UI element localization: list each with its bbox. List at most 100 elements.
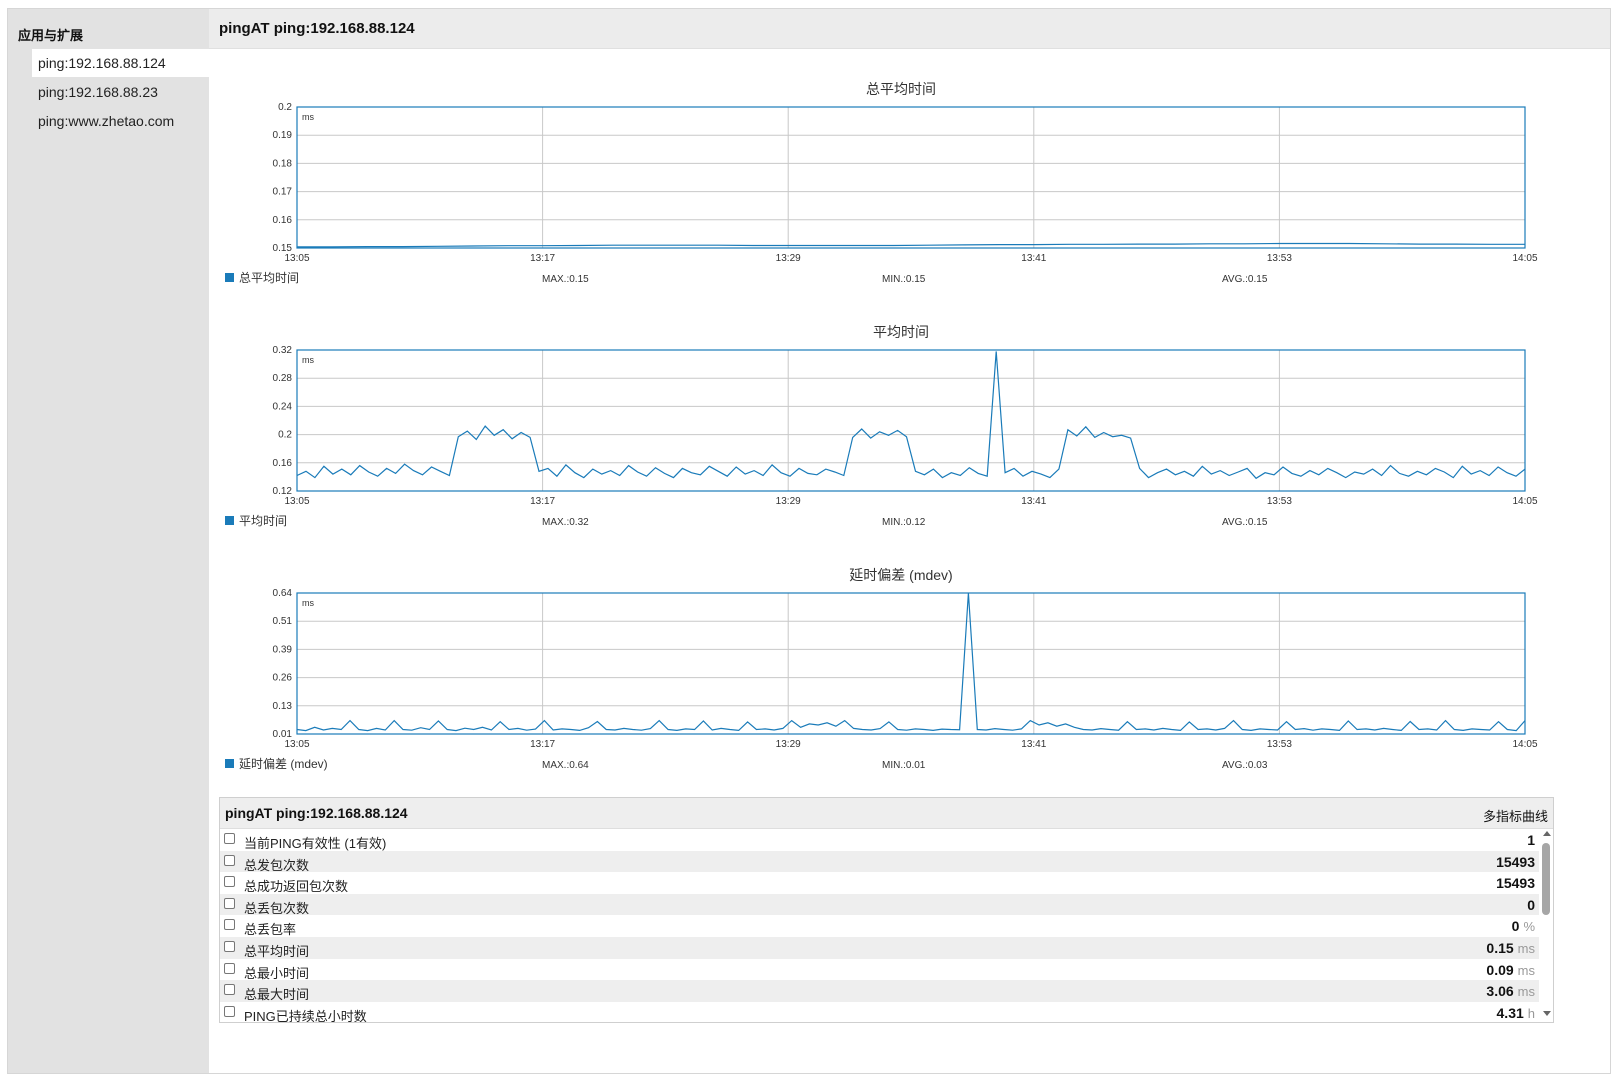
multi-metric-chart-link[interactable]: 多指标曲线 — [1483, 806, 1548, 825]
x-tick-label: 13:17 — [530, 739, 555, 750]
series-line — [296, 592, 1526, 732]
x-tick-label: 13:41 — [1021, 253, 1046, 264]
x-tick-label: 13:05 — [284, 496, 309, 507]
series-line — [297, 242, 1525, 248]
metric-number: 15493 — [1496, 853, 1535, 870]
metric-label: 总丢包次数 — [244, 900, 310, 916]
x-tick-label: 13:05 — [284, 739, 309, 750]
x-tick-label: 13:29 — [776, 739, 801, 750]
metric-label: 当前PING有效性 (1有效) — [244, 836, 387, 851]
metric-value: 15493 — [1496, 854, 1535, 870]
metric-number: 0 — [1511, 918, 1520, 935]
chart-title: 总平均时间 — [866, 81, 936, 97]
metric-unit: ms — [1517, 984, 1535, 1000]
metric-value: 0% — [1512, 918, 1535, 934]
metric-row: 总最大时间 3.06 ms — [220, 980, 1539, 1002]
x-tick-label: 13:05 — [284, 253, 309, 264]
y-tick-label: 0.2 — [278, 102, 292, 113]
charts-area: 总平均时间ms0.20.190.180.170.160.1513:05 13:17… — [225, 81, 1538, 771]
metric-value: 0 — [1527, 897, 1535, 913]
y-tick-label: 0.18 — [273, 158, 293, 169]
metric-label: 总最大时间 — [244, 987, 310, 1003]
x-tick-label: 13:41 — [1021, 739, 1046, 750]
metric-checkbox[interactable] — [224, 962, 235, 974]
sidebar-item-ping-192-168-88-124[interactable]: ping:192.168.88.124 — [32, 49, 209, 77]
metric-value: 0.15 ms — [1486, 940, 1535, 956]
metric-checkbox[interactable] — [224, 897, 235, 909]
sidebar: 应用与扩展 ping:192.168.88.124 ping:192.168.8… — [8, 9, 209, 1073]
metric-value: 4.31 h — [1497, 1005, 1535, 1021]
metric-row: 总最小时间 0.09 ms — [220, 959, 1539, 981]
metric-checkbox[interactable] — [224, 919, 235, 931]
y-tick-label: 0.16 — [273, 215, 293, 226]
metric-checkbox[interactable] — [224, 854, 235, 866]
chart-title: 延时偏差 (mdev) — [849, 567, 952, 583]
app-frame: 应用与扩展 ping:192.168.88.124 ping:192.168.8… — [7, 8, 1611, 1074]
x-tick-label: 13:53 — [1267, 253, 1292, 264]
series-line — [296, 351, 1526, 480]
chart-title: 平均时间 — [873, 324, 929, 340]
y-tick-label: 0.13 — [273, 701, 293, 712]
metrics-panel-header: pingAT ping:192.168.88.124 多指标曲线 — [220, 798, 1553, 829]
metric-checkbox[interactable] — [224, 940, 235, 952]
min-label: MIN.:0.15 — [882, 274, 926, 285]
metric-checkbox[interactable] — [224, 984, 235, 996]
metric-number: 3.06 — [1486, 983, 1514, 1000]
legend-swatch — [225, 759, 234, 768]
y-tick-label: 0.26 — [273, 673, 293, 684]
metric-unit: ms — [1517, 962, 1535, 978]
legend-label: 平均时间 — [239, 514, 287, 528]
y-tick-label: 0.24 — [273, 401, 293, 412]
y-tick-label: 0.28 — [273, 373, 293, 384]
legend-label: 总平均时间 — [239, 271, 299, 285]
metric-row: PING已持续总小时数 4.31 h — [220, 1002, 1539, 1022]
metric-value: 1 — [1527, 832, 1535, 848]
scroll-thumb[interactable] — [1542, 843, 1550, 915]
unit-label: ms — [302, 598, 314, 608]
x-tick-label: 14:05 — [1512, 739, 1537, 750]
metric-unit: ms — [1517, 940, 1535, 956]
metric-row: 总发包次数 15493 — [220, 850, 1539, 873]
metrics-list: 当前PING有效性 (1有效) 1 总发包次数 15493 总成功返回包次数 15493 总… — [220, 829, 1539, 1022]
scroll-up-icon[interactable] — [1543, 831, 1551, 836]
unit-label: ms — [302, 112, 314, 122]
y-tick-label: 0.51 — [273, 616, 293, 627]
sidebar-item-ping-192-168-88-23[interactable]: ping:192.168.88.23 — [32, 78, 209, 106]
metric-number: 0 — [1527, 896, 1535, 913]
metric-checkbox[interactable] — [224, 1005, 235, 1017]
y-tick-label: 0.2 — [278, 430, 292, 441]
metric-value: 3.06 ms — [1486, 983, 1535, 999]
metrics-scrollbar[interactable] — [1541, 829, 1551, 1018]
metric-label: 总平均时间 — [244, 943, 310, 959]
max-label: MAX.:0.15 — [542, 274, 589, 285]
y-tick-label: 0.16 — [273, 458, 293, 469]
x-tick-label: 14:05 — [1512, 496, 1537, 507]
avg-label: AVG.:0.15 — [1222, 517, 1268, 528]
main-content: pingAT ping:192.168.88.124 总平均时间 ms 0.2 0.1… — [209, 9, 1610, 1073]
metric-row: 当前PING有效性 (1有效) 1 — [220, 829, 1539, 851]
metric-number: 1 — [1527, 832, 1535, 848]
sidebar-item-ping-www-zhetao-com[interactable]: ping:www.zhetao.com — [32, 107, 209, 135]
y-tick-label: 0.64 — [273, 588, 293, 599]
metric-label: 总最小时间 — [244, 965, 310, 981]
x-tick-label: 13:17 — [530, 253, 555, 264]
x-tick-label: 13:17 — [530, 496, 555, 507]
y-tick-label: 0.39 — [273, 644, 293, 655]
max-label: MAX.:0.64 — [542, 760, 589, 771]
sidebar-title: 应用与扩展 — [18, 28, 84, 43]
legend-label: 延时偏差 (mdev) — [239, 756, 328, 771]
min-label: MIN.:0.12 — [882, 517, 926, 528]
avg-label: AVG.:0.03 — [1222, 760, 1268, 771]
metric-checkbox[interactable] — [224, 833, 235, 844]
metric-row: 总丢包率 0% — [220, 915, 1539, 937]
max-label: MAX.:0.32 — [542, 517, 589, 528]
plot-border — [296, 106, 1526, 249]
metric-unit: h — [1527, 1005, 1535, 1021]
scroll-down-icon[interactable] — [1543, 1011, 1551, 1016]
y-tick-label: 0.19 — [273, 130, 293, 141]
y-tick-label: 0.17 — [273, 187, 293, 198]
metric-number: 4.31 — [1496, 1004, 1524, 1021]
metric-number: 0.15 — [1486, 939, 1514, 956]
x-tick-label: 13:29 — [776, 496, 801, 507]
metric-checkbox[interactable] — [224, 876, 235, 888]
